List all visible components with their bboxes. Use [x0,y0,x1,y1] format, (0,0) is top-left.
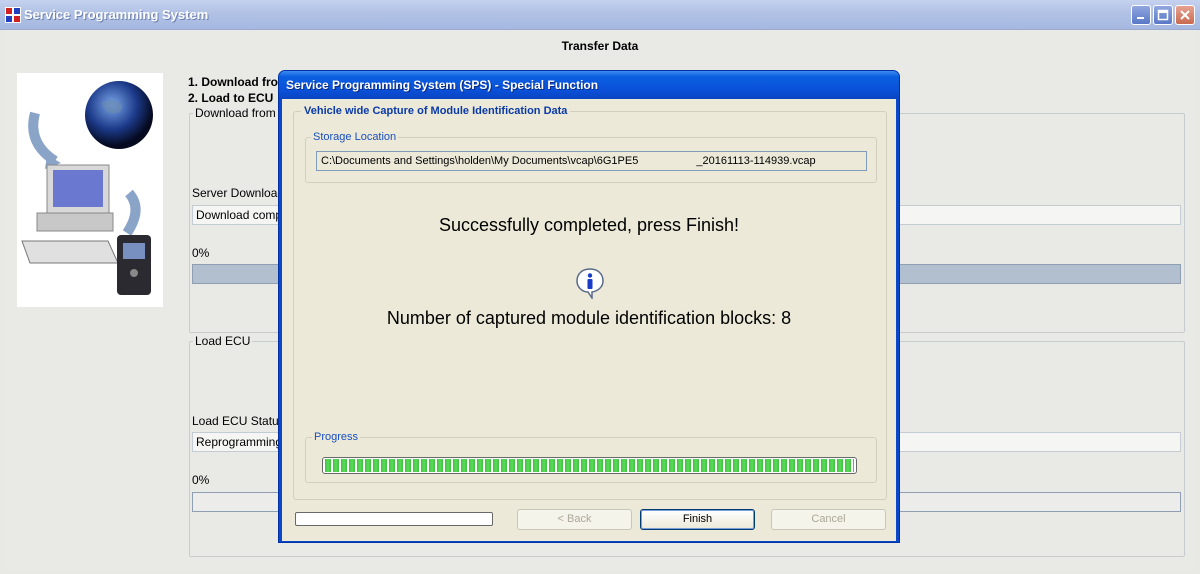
progress-legend: Progress [312,431,361,443]
minimize-icon [1137,17,1144,19]
success-message: Successfully completed, press Finish! [438,215,740,235]
info-icon [576,268,604,299]
download-group-legend: Download from [193,106,278,120]
capture-frame-title: Vehicle wide Capture of Module Identific… [301,105,571,117]
illustration-image [17,73,163,307]
computer-globe-illustration [21,81,153,295]
dialog-title: Service Programming System (SPS) - Speci… [286,78,599,92]
finish-button[interactable]: Finish [640,509,755,530]
step-download: 1. Download from [188,75,289,89]
page-title: Transfer Data [561,39,639,53]
maximize-button[interactable] [1153,5,1173,25]
captured-count-message: Number of captured module identification… [386,308,792,328]
back-button[interactable]: < Back [517,509,632,530]
storage-location-legend: Storage Location [311,131,399,143]
server-download-label: Server Download [192,186,285,200]
minimize-button[interactable] [1131,5,1151,25]
status-progress-bar [295,512,493,526]
app-icon [5,7,21,23]
window-title: Service Programming System [24,7,209,22]
capture-progress-bar [322,457,857,474]
close-button[interactable] [1175,5,1195,25]
capture-progress-fill [325,459,854,472]
download-progress-percent: 0% [192,246,210,260]
load-ecu-progress-percent: 0% [192,473,210,487]
special-function-dialog: Service Programming System (SPS) - Speci… [278,70,900,543]
load-ecu-group-legend: Load ECU [193,334,253,348]
cancel-button[interactable]: Cancel [771,509,886,530]
storage-path-field[interactable]: C:\Documents and Settings\holden\My Docu… [316,151,867,171]
main-window-titlebar: Service Programming System [0,0,1200,30]
close-icon [1180,10,1190,20]
step-load-ecu: 2. Load to ECU [188,91,274,105]
maximize-icon [1157,9,1169,21]
dialog-body: Vehicle wide Capture of Module Identific… [282,99,896,541]
dialog-titlebar[interactable]: Service Programming System (SPS) - Speci… [279,71,899,99]
load-ecu-status-label: Load ECU Statu [192,414,279,428]
